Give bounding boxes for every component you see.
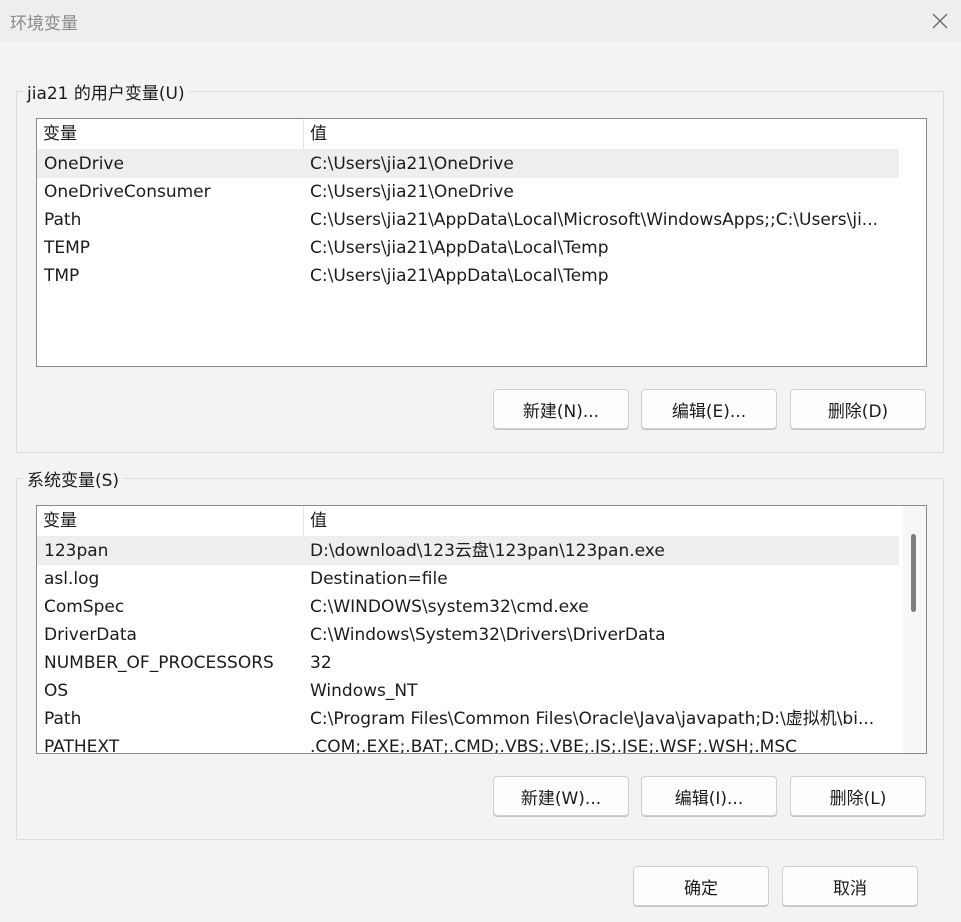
- variable-name: OneDrive: [44, 154, 124, 174]
- system-variable-row[interactable]: NUMBER_OF_PROCESSORS 32: [37, 649, 899, 677]
- user-variable-row[interactable]: OneDriveConsumer C:\Users\jia21\OneDrive: [37, 178, 899, 206]
- variable-name: DriverData: [44, 625, 137, 645]
- ok-button[interactable]: 确定: [633, 866, 769, 906]
- user-variable-row[interactable]: Path C:\Users\jia21\AppData\Local\Microso…: [37, 206, 899, 234]
- variable-name: 123pan: [44, 541, 109, 561]
- variable-name: TEMP: [44, 238, 91, 258]
- system-variable-row[interactable]: Path C:\Program Files\Common Files\Oracle…: [37, 705, 899, 733]
- variable-value: C:\Users\jia21\AppData\Local\Temp: [310, 238, 609, 258]
- variable-value: C:\WINDOWS\system32\cmd.exe: [310, 597, 589, 617]
- user-variable-row[interactable]: TEMP C:\Users\jia21\AppData\Local\Temp: [37, 234, 899, 262]
- user-variable-row[interactable]: TMP C:\Users\jia21\AppData\Local\Temp: [37, 262, 899, 290]
- system-variable-row[interactable]: asl.log Destination=file: [37, 565, 899, 593]
- system-variables-rows: 123pan D:\download\123云盘\123pan\123pan.ex…: [37, 537, 899, 754]
- user-variable-row[interactable]: OneDrive C:\Users\jia21\OneDrive: [37, 150, 899, 178]
- variable-value: D:\download\123云盘\123pan\123pan.exe: [310, 541, 665, 561]
- system-variable-row[interactable]: ComSpec C:\WINDOWS\system32\cmd.exe: [37, 593, 899, 621]
- user-delete-button[interactable]: 删除(D): [790, 389, 926, 429]
- user-new-button[interactable]: 新建(N)...: [493, 389, 629, 429]
- column-header-value[interactable]: 值: [304, 119, 899, 149]
- close-button[interactable]: [924, 6, 956, 36]
- variable-name: NUMBER_OF_PROCESSORS: [44, 653, 274, 673]
- cancel-button[interactable]: 取消: [782, 866, 918, 906]
- system-edit-button[interactable]: 编辑(I)...: [641, 776, 777, 816]
- variable-name: TMP: [44, 266, 80, 286]
- window-title: 环境变量: [10, 14, 78, 34]
- system-variable-row[interactable]: DriverData C:\Windows\System32\Drivers\Dr…: [37, 621, 899, 649]
- user-variables-rows: OneDrive C:\Users\jia21\OneDrive OneDriveC…: [37, 150, 899, 290]
- column-header-variable[interactable]: 变量: [37, 119, 304, 149]
- vertical-scrollbar[interactable]: [903, 506, 926, 753]
- variable-value: C:\Users\jia21\AppData\Local\Temp: [310, 266, 609, 286]
- list-header: 变量 值: [37, 119, 899, 150]
- variable-value: 32: [310, 653, 332, 673]
- system-new-button[interactable]: 新建(W)...: [493, 776, 629, 816]
- variable-value: .COM;.EXE;.BAT;.CMD;.VBS;.VBE;.JS;.JSE;.…: [310, 737, 798, 754]
- variable-value: C:\Users\jia21\OneDrive: [310, 154, 514, 174]
- variable-value: C:\Users\jia21\OneDrive: [310, 182, 514, 202]
- system-variable-row[interactable]: 123pan D:\download\123云盘\123pan\123pan.ex…: [37, 537, 899, 565]
- column-header-value[interactable]: 值: [304, 506, 899, 536]
- variable-name: ComSpec: [44, 597, 125, 617]
- variable-value: C:\Program Files\Common Files\Oracle\Jav…: [310, 709, 875, 729]
- system-variables-legend: 系统变量(S): [23, 466, 124, 491]
- variable-name: asl.log: [44, 569, 100, 589]
- variable-value: C:\Users\jia21\AppData\Local\Microsoft\W…: [310, 210, 879, 230]
- title-bar: 环境变量: [0, 0, 961, 42]
- variable-name: Path: [44, 709, 82, 729]
- user-variables-list[interactable]: 变量 值 OneDrive C:\Users\jia21\OneDrive OneD…: [36, 118, 927, 367]
- variable-value: Windows_NT: [310, 681, 418, 701]
- scrollbar-thumb[interactable]: [911, 534, 916, 612]
- user-variables-legend: jia21 的用户变量(U): [23, 79, 189, 104]
- system-delete-button[interactable]: 删除(L): [790, 776, 926, 816]
- column-header-variable[interactable]: 变量: [37, 506, 304, 536]
- variable-name: Path: [44, 210, 82, 230]
- system-variables-list[interactable]: 变量 值 123pan D:\download\123云盘\123pan\123p…: [36, 505, 927, 754]
- variable-name: PATHEXT: [44, 737, 120, 754]
- variable-name: OS: [44, 681, 69, 701]
- variable-value: C:\Windows\System32\Drivers\DriverData: [310, 625, 666, 645]
- system-variable-row[interactable]: OS Windows_NT: [37, 677, 899, 705]
- system-variable-row[interactable]: PATHEXT .COM;.EXE;.BAT;.CMD;.VBS;.VBE;.JS…: [37, 733, 899, 754]
- variable-value: Destination=file: [310, 569, 448, 589]
- close-icon: [932, 13, 948, 29]
- user-edit-button[interactable]: 编辑(E)...: [641, 389, 777, 429]
- list-header: 变量 值: [37, 506, 899, 537]
- variable-name: OneDriveConsumer: [44, 182, 211, 202]
